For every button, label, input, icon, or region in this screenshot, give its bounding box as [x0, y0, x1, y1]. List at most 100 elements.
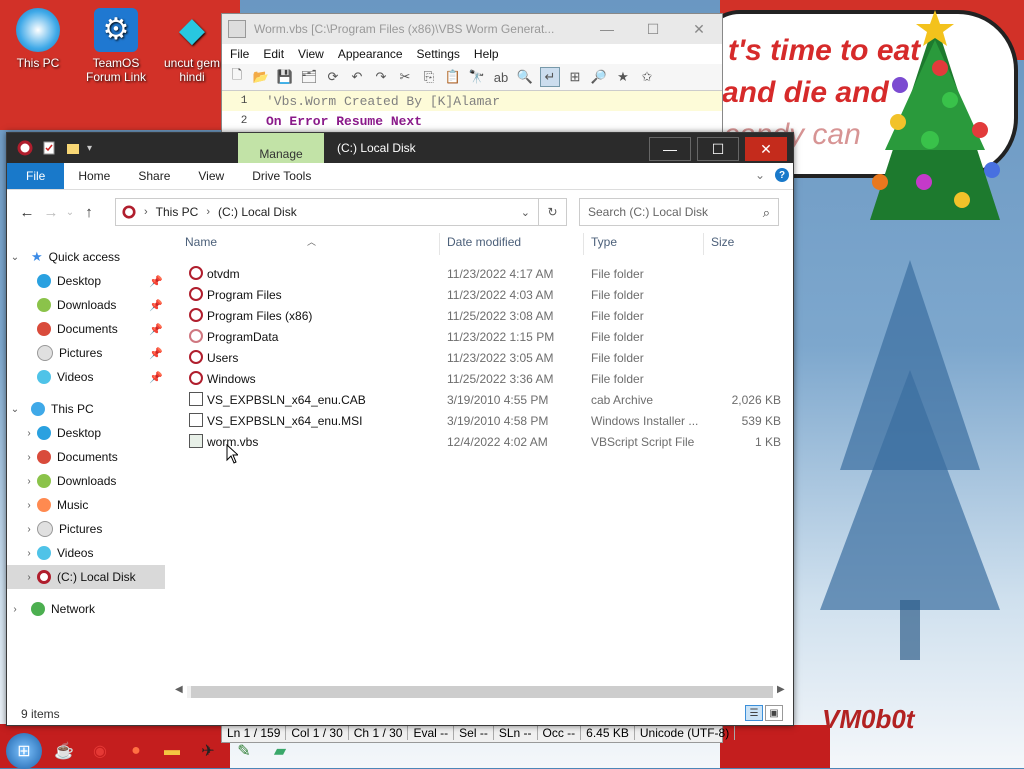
explorer-window[interactable]: ▾ Manage (C:) Local Disk — ☐ ✕ File Home… [6, 132, 794, 726]
chevron-down-icon[interactable]: ▾ [87, 143, 92, 154]
nav-pc-videos[interactable]: › Videos [7, 541, 165, 565]
column-header-name[interactable]: Name [185, 235, 217, 249]
replace-icon[interactable]: ab [492, 68, 510, 86]
desktop-icon-teamos[interactable]: ⚙ TeamOS Forum Link [80, 8, 152, 84]
start-button[interactable]: ⊞ [6, 733, 42, 769]
breadcrumb-local-disk[interactable]: (C:) Local Disk [218, 205, 297, 219]
close-button[interactable]: ✕ [676, 14, 722, 44]
scrollbar-thumb[interactable] [191, 686, 773, 698]
zoom-icon[interactable]: 🔍 [516, 68, 534, 86]
scroll-right-icon[interactable]: ▶ [777, 684, 785, 695]
maximize-button[interactable]: ☐ [697, 137, 739, 161]
save-icon[interactable]: 💾 [276, 68, 294, 86]
chevron-down-icon[interactable]: ⌄ [7, 404, 23, 415]
back-arrow-icon[interactable]: ← [15, 204, 39, 221]
taskbar-app-icon[interactable]: ☕ [50, 737, 78, 765]
search-icon[interactable]: 🔎 [590, 68, 608, 86]
horizontal-scrollbar[interactable]: ◀ ▶ [171, 683, 791, 699]
nav-quick-videos[interactable]: Videos 📌 [7, 365, 165, 389]
chevron-right-icon[interactable]: › [21, 476, 37, 487]
menu-edit[interactable]: Edit [263, 47, 284, 61]
cut-icon[interactable]: ✂ [396, 68, 414, 86]
undo-icon[interactable]: ↶ [348, 68, 366, 86]
paste-icon[interactable]: 📋 [444, 68, 462, 86]
chevron-right-icon[interactable]: › [206, 206, 210, 218]
minimize-button[interactable]: — [649, 137, 691, 161]
nav-pc-pictures[interactable]: › Pictures [7, 517, 165, 541]
minimize-button[interactable]: — [584, 14, 630, 44]
menu-view[interactable]: View [298, 47, 324, 61]
file-explorer-icon[interactable]: ▬ [158, 737, 186, 765]
firefox-icon[interactable]: ● [122, 737, 150, 765]
pin-icon[interactable]: 📌 [149, 347, 163, 360]
chevron-down-icon[interactable]: ⌄ [755, 168, 765, 182]
refresh-icon[interactable]: ↻ [539, 198, 567, 226]
tab-home[interactable]: Home [64, 163, 124, 189]
column-header-type[interactable]: Type [591, 235, 617, 249]
nav-quick-desktop[interactable]: Desktop 📌 [7, 269, 165, 293]
nav-this-pc[interactable]: ⌄ This PC [7, 397, 165, 421]
properties-icon[interactable] [41, 140, 57, 156]
file-row-otvdm[interactable]: otvdm 11/23/2022 4:17 AM File folder [177, 263, 787, 284]
new-folder-icon[interactable] [65, 140, 81, 156]
tab-file[interactable]: File [7, 163, 65, 189]
desktop-icon-this-pc[interactable]: This PC [2, 8, 74, 70]
chevron-right-icon[interactable]: › [21, 428, 37, 439]
recent-locations-icon[interactable]: ⌄ [63, 207, 77, 218]
help-icon[interactable]: ? [775, 168, 789, 182]
nav-pc-music[interactable]: › Music [7, 493, 165, 517]
explorer-titlebar[interactable]: ▾ Manage (C:) Local Disk — ☐ ✕ [7, 133, 793, 163]
file-row-program-files[interactable]: Program Files 11/23/2022 4:03 AM File fo… [177, 284, 787, 305]
view-icon[interactable]: ⊞ [566, 68, 584, 86]
chevron-down-icon[interactable]: ⌄ [7, 252, 23, 263]
forward-arrow-icon[interactable]: → [39, 204, 63, 221]
pin-icon[interactable]: 📌 [149, 371, 163, 384]
large-icons-view-icon[interactable]: ▣ [765, 705, 783, 721]
pin-icon[interactable]: 📌 [149, 323, 163, 336]
close-button[interactable]: ✕ [745, 137, 787, 161]
file-row-windows[interactable]: Windows 11/25/2022 3:36 AM File folder [177, 368, 787, 389]
nav-quick-pictures[interactable]: Pictures 📌 [7, 341, 165, 365]
details-view-icon[interactable]: ☰ [745, 705, 763, 721]
address-bar[interactable]: › This PC › (C:) Local Disk ⌄ [115, 198, 539, 226]
copy-icon[interactable]: ⎘ [420, 68, 438, 86]
chevron-right-icon[interactable]: › [21, 548, 37, 559]
file-row-msi[interactable]: VS_EXPBSLN_x64_enu.MSI 3/19/2010 4:58 PM… [177, 410, 787, 431]
notepad-titlebar[interactable]: Worm.vbs [C:\Program Files (x86)\VBS Wor… [222, 14, 722, 44]
file-row-cab[interactable]: VS_EXPBSLN_x64_enu.CAB 3/19/2010 4:55 PM… [177, 389, 787, 410]
nav-quick-documents[interactable]: Documents 📌 [7, 317, 165, 341]
menu-help[interactable]: Help [474, 47, 499, 61]
nav-pc-local-disk[interactable]: › (C:) Local Disk [7, 565, 165, 589]
save-all-icon[interactable]: 🗂 [300, 68, 318, 86]
breadcrumb-this-pc[interactable]: This PC [156, 205, 199, 219]
redo-icon[interactable]: ↷ [372, 68, 390, 86]
scroll-left-icon[interactable]: ◀ [175, 684, 183, 695]
tab-drive-tools[interactable]: Drive Tools [238, 163, 325, 189]
taskbar-app-icon[interactable]: ✈ [194, 737, 222, 765]
tab-share[interactable]: Share [124, 163, 184, 189]
menu-file[interactable]: File [230, 47, 249, 61]
notepad-taskbar-icon[interactable]: ✎ [230, 737, 258, 765]
find-icon[interactable]: 🔭 [468, 68, 486, 86]
chevron-right-icon[interactable]: › [21, 524, 37, 535]
nav-pc-downloads[interactable]: › Downloads [7, 469, 165, 493]
nav-quick-downloads[interactable]: Downloads 📌 [7, 293, 165, 317]
chevron-down-icon[interactable]: ⌄ [521, 206, 530, 219]
chevron-right-icon[interactable]: › [21, 452, 37, 463]
reload-icon[interactable]: ⟳ [324, 68, 342, 86]
new-file-icon[interactable]: 🗋 [228, 67, 246, 86]
chrome-icon[interactable]: ◉ [86, 737, 114, 765]
chevron-right-icon[interactable]: › [21, 572, 37, 583]
tab-view[interactable]: View [184, 163, 238, 189]
chevron-right-icon[interactable]: › [7, 604, 23, 615]
menu-appearance[interactable]: Appearance [338, 47, 403, 61]
add-favorite-icon[interactable]: ✩ [638, 68, 656, 86]
desktop-icon-uncut-gem[interactable]: ◆ uncut gem hindi [156, 8, 228, 84]
maximize-button[interactable]: ☐ [630, 14, 676, 44]
pin-icon[interactable]: 📌 [149, 275, 163, 288]
pin-icon[interactable]: 📌 [149, 299, 163, 312]
chevron-right-icon[interactable]: › [21, 500, 37, 511]
nav-pc-desktop[interactable]: › Desktop [7, 421, 165, 445]
open-folder-icon[interactable]: 📂 [252, 68, 270, 86]
nav-quick-access[interactable]: ⌄ ★ Quick access [7, 245, 165, 269]
